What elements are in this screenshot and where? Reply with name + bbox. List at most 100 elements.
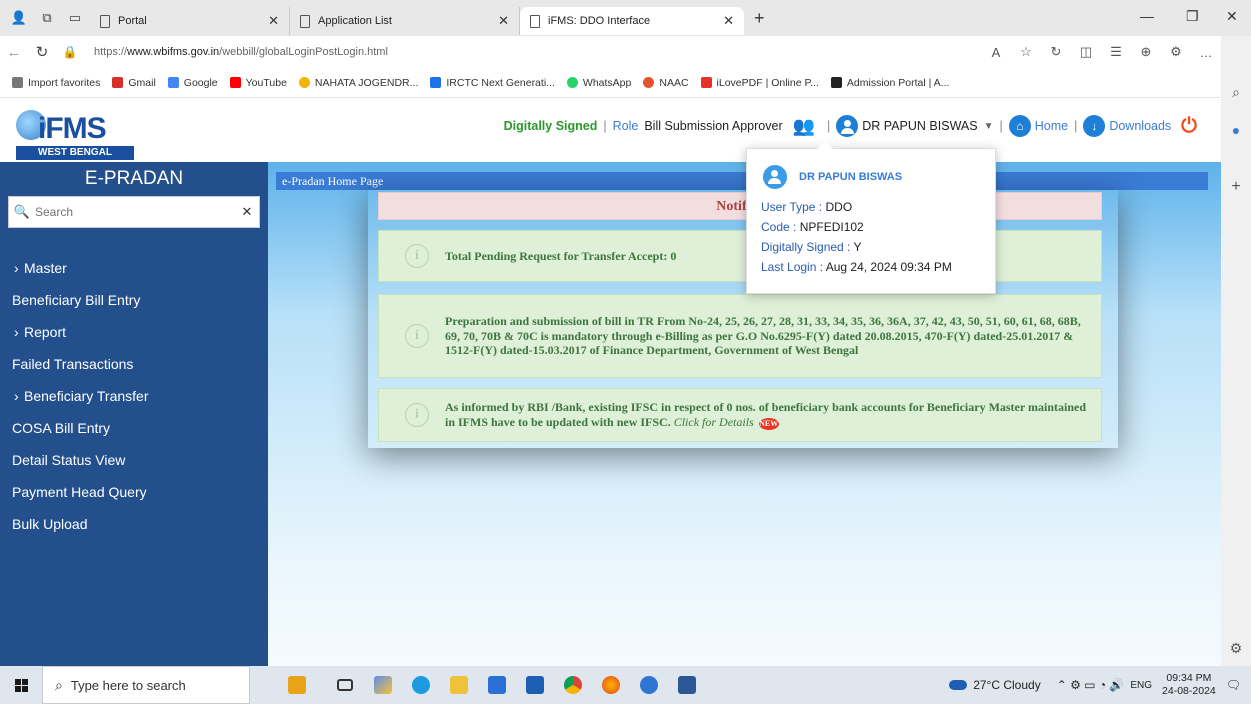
- click-for-details-link[interactable]: Click for Details: [674, 415, 754, 429]
- read-aloud-icon[interactable]: A: [981, 45, 1011, 60]
- browser-sidebar: ⌕ ● + ⚙: [1221, 36, 1251, 666]
- settings-icon[interactable]: ⚙: [1221, 640, 1251, 657]
- tab-application-list[interactable]: Application List ✕: [290, 7, 520, 35]
- close-tab-icon[interactable]: ✕: [723, 13, 734, 29]
- start-button[interactable]: [0, 666, 42, 704]
- taskbar-explorer[interactable]: [440, 666, 478, 704]
- sidebar-item-label: Failed Transactions: [12, 356, 134, 372]
- sidebar-item-payment-head-query[interactable]: Payment Head Query: [0, 476, 268, 508]
- fav-item[interactable]: iLovePDF | Online P...: [700, 77, 819, 89]
- search-icon[interactable]: ⌕: [1221, 84, 1251, 101]
- split-screen-icon[interactable]: ◫: [1071, 44, 1101, 60]
- refresh-button[interactable]: ↻: [28, 43, 56, 61]
- info-icon: i: [405, 244, 429, 268]
- extensions-icon[interactable]: ⚙: [1161, 44, 1191, 60]
- user-avatar-icon[interactable]: [836, 115, 859, 137]
- tab-actions-icon[interactable]: ▭: [66, 9, 84, 27]
- alert-ebilling: i Preparation and submission of bill in …: [378, 294, 1102, 378]
- downloads-link[interactable]: Downloads: [1109, 119, 1171, 133]
- sidebar-item-detail-status-view[interactable]: Detail Status View: [0, 444, 268, 476]
- refresh-icon[interactable]: ↻: [1041, 44, 1071, 60]
- fav-item[interactable]: Google: [167, 77, 218, 89]
- tab-portal[interactable]: Portal ✕: [90, 7, 290, 35]
- taskbar-firefox[interactable]: [592, 666, 630, 704]
- task-view-button[interactable]: [326, 666, 364, 704]
- fav-item[interactable]: YouTube: [229, 77, 287, 89]
- word-icon: [678, 676, 696, 694]
- minimize-button[interactable]: —: [1140, 8, 1154, 24]
- sidebar-item-master[interactable]: Master: [0, 252, 268, 284]
- sidebar-item-failed-transactions[interactable]: Failed Transactions: [0, 348, 268, 380]
- ifms-logo[interactable]: iFMS WEST BENGAL: [14, 108, 138, 160]
- sidebar-item-beneficiary-transfer[interactable]: Beneficiary Transfer: [0, 380, 268, 412]
- logo-text: iFMS: [38, 112, 107, 145]
- favorites-icon[interactable]: ☰: [1101, 44, 1131, 60]
- home-icon[interactable]: ⌂: [1008, 115, 1031, 137]
- popup-user-name: DR PAPUN BISWAS: [799, 171, 903, 183]
- language-indicator[interactable]: ENG: [1130, 680, 1152, 691]
- taskbar-app[interactable]: [630, 666, 668, 704]
- taskbar-app[interactable]: [364, 666, 402, 704]
- close-window-button[interactable]: ✕: [1226, 8, 1238, 25]
- sidebar-item-beneficiary-bill-entry[interactable]: Beneficiary Bill Entry: [0, 284, 268, 316]
- home-link[interactable]: Home: [1035, 119, 1068, 133]
- sidebar-item-bulk-upload[interactable]: Bulk Upload: [0, 508, 268, 540]
- tab-title: Application List: [318, 15, 392, 27]
- clear-icon[interactable]: ✕: [235, 204, 259, 220]
- tab-title: iFMS: DDO Interface: [548, 15, 651, 27]
- sidebar-item-label: COSA Bill Entry: [12, 420, 111, 436]
- taskbar-search[interactable]: ⌕ Type here to search: [42, 666, 250, 704]
- sidebar-item-report[interactable]: Report: [0, 316, 268, 348]
- sidebar-item-cosa-bill-entry[interactable]: COSA Bill Entry: [0, 412, 268, 444]
- tab-ifms-ddo[interactable]: iFMS: DDO Interface ✕: [520, 7, 744, 35]
- sidebar-title: E-PRADAN: [84, 168, 184, 189]
- fav-item[interactable]: WhatsApp: [566, 77, 631, 89]
- folder-icon: [450, 676, 468, 694]
- profile-icon[interactable]: 👤: [10, 9, 28, 27]
- weather-text[interactable]: 27°C Cloudy: [973, 678, 1041, 692]
- taskbar-mail[interactable]: [516, 666, 554, 704]
- alert-text: Preparation and submission of bill in TR…: [445, 314, 1081, 358]
- site-icon: [298, 77, 310, 88]
- popup-digitally-signed: Digitally Signed : Y: [761, 240, 862, 254]
- restore-button[interactable]: ❐: [1186, 8, 1199, 25]
- logout-power-icon[interactable]: ⏻: [1181, 115, 1197, 138]
- taskbar-word[interactable]: [668, 666, 706, 704]
- collections-icon[interactable]: ⧉: [38, 9, 56, 27]
- extension-icon[interactable]: ●: [1221, 122, 1251, 138]
- new-tab-button[interactable]: +: [754, 8, 765, 29]
- whatsapp-icon: [566, 77, 578, 88]
- more-icon[interactable]: …: [1191, 45, 1221, 60]
- favorite-star-icon[interactable]: ☆: [1011, 44, 1041, 60]
- sidebar-menu: Master Beneficiary Bill Entry Report Fai…: [0, 252, 268, 540]
- url-field[interactable]: https://www.wbifms.gov.in/webbill/global…: [94, 46, 388, 58]
- fav-item[interactable]: IRCTC Next Generati...: [430, 77, 555, 89]
- taskbar-edge[interactable]: [402, 666, 440, 704]
- taskbar-chrome[interactable]: [554, 666, 592, 704]
- switch-role-icon[interactable]: 👥: [793, 116, 815, 137]
- fav-item[interactable]: Admission Portal | A...: [830, 77, 949, 89]
- fav-item[interactable]: NAHATA JOGENDR...: [298, 77, 418, 89]
- chevron-down-icon[interactable]: ▼: [984, 121, 994, 132]
- search-input[interactable]: [35, 205, 235, 219]
- main-content: e-Pradan Home Page Notifica i Total Pend…: [268, 162, 1221, 666]
- fav-item[interactable]: NAAC: [643, 77, 689, 89]
- download-icon[interactable]: ↓: [1083, 115, 1106, 137]
- add-icon[interactable]: +: [1221, 178, 1251, 196]
- tray-icons[interactable]: ⌃ ⚙ ▭ ◔ 🔊: [1057, 678, 1125, 692]
- fav-item[interactable]: Import favorites: [12, 77, 100, 89]
- fav-item[interactable]: Gmail: [112, 77, 156, 89]
- user-name[interactable]: DR PAPUN BISWAS: [862, 119, 977, 133]
- edge-icon: [412, 676, 430, 694]
- header-user-bar: Digitally Signed | Role Bill Submission …: [504, 112, 1197, 140]
- collections-icon[interactable]: ⊕: [1131, 44, 1161, 60]
- clock[interactable]: 09:34 PM 24-08-2024: [1162, 672, 1216, 698]
- close-tab-icon[interactable]: ✕: [268, 13, 279, 29]
- notifications-icon[interactable]: 🗨: [1226, 678, 1241, 692]
- alert-text: Total Pending Request for Transfer Accep…: [445, 248, 677, 263]
- close-tab-icon[interactable]: ✕: [498, 13, 509, 29]
- taskbar-store[interactable]: [478, 666, 516, 704]
- taskbar-app[interactable]: [278, 666, 316, 704]
- back-button[interactable]: ←: [0, 44, 28, 61]
- sidebar-item-label: Beneficiary Transfer: [24, 388, 149, 404]
